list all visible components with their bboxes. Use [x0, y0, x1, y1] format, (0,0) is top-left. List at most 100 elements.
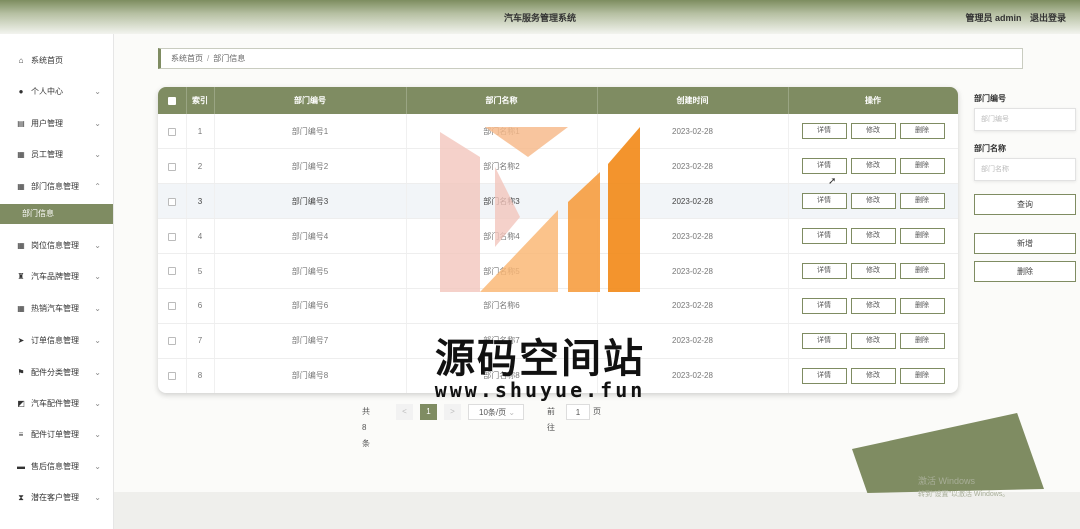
name-search-input[interactable]: 部门名称: [974, 158, 1076, 181]
mouse-cursor-icon: ➚: [828, 176, 837, 187]
chevron-down-icon: ⌄: [94, 304, 101, 313]
add-button[interactable]: 新增: [974, 233, 1076, 254]
chevron-down-icon: ⌄: [94, 241, 101, 250]
col-code: 部门编号: [214, 87, 407, 114]
cell-code: 部门编号6: [214, 288, 407, 324]
sidebar-item[interactable]: ▤ 用户管理 ⌄: [0, 114, 113, 134]
detail-button[interactable]: 详情: [801, 123, 847, 140]
detail-button[interactable]: 详情: [801, 228, 847, 245]
delete-button[interactable]: 删除: [899, 193, 945, 210]
cell-index: 3: [186, 183, 215, 220]
user-icon: ●: [18, 87, 24, 96]
sidebar-item-label: 部门信息: [22, 209, 54, 218]
next-page-button[interactable]: >: [444, 404, 461, 420]
sidebar-item[interactable]: ▦ 岗位信息管理 ⌄: [0, 236, 113, 256]
delete-button[interactable]: 删除: [899, 263, 945, 279]
select-all-checkbox[interactable]: [167, 96, 176, 105]
sidebar-item[interactable]: ▦ 部门信息管理 ⌃: [0, 177, 113, 197]
cell-actions: 详情 修改 删除: [788, 288, 958, 324]
prev-page-button[interactable]: <: [396, 404, 413, 420]
list-icon: ≡: [18, 430, 24, 439]
cell-index: 6: [186, 288, 215, 324]
trophy-icon: ♜: [17, 272, 25, 281]
breadcrumb: 系统首页 / 部门信息: [158, 48, 1023, 69]
cell-code: 部门编号3: [214, 183, 407, 220]
chevron-down-icon: ⌄: [94, 150, 101, 159]
row-checkbox[interactable]: [167, 162, 176, 171]
sidebar-item[interactable]: ⌂ 系统首页: [0, 51, 113, 71]
row-checkbox[interactable]: [167, 232, 176, 241]
edit-button[interactable]: 修改: [850, 193, 896, 210]
row-select-cell[interactable]: [158, 288, 187, 324]
row-select-cell[interactable]: [158, 148, 187, 185]
sidebar-item[interactable]: ≡ 配件订单管理 ⌄: [0, 425, 113, 445]
detail-button[interactable]: 详情: [801, 263, 847, 279]
detail-button[interactable]: 详情: [801, 297, 847, 314]
hourglass-icon: ⧗: [18, 493, 24, 502]
delete-button[interactable]: 删除: [899, 228, 945, 245]
row-select-cell[interactable]: [158, 218, 187, 255]
watermark-url-text: www.shuyue.fun: [434, 378, 646, 402]
edit-button[interactable]: 修改: [850, 297, 896, 314]
select-all-cell[interactable]: [158, 87, 187, 114]
sidebar-item-label: 员工管理: [31, 150, 63, 159]
chat-icon: ▬: [17, 462, 25, 471]
row-select-cell[interactable]: [158, 183, 187, 220]
batch-delete-button[interactable]: 删除: [974, 261, 1076, 282]
cell-name: 部门名称6: [406, 288, 598, 324]
sidebar-item[interactable]: ▬ 售后信息管理 ⌄: [0, 457, 113, 477]
cell-actions: 详情 修改 删除: [788, 183, 958, 220]
sidebar-item[interactable]: ▦ 热销汽车管理 ⌄: [0, 299, 113, 319]
goto-page-input[interactable]: 1: [566, 404, 590, 420]
table-row[interactable]: 6 部门编号6 部门名称6 2023-02-28 详情 修改 删除: [158, 288, 958, 324]
app-title: 汽车服务管理系统: [503, 13, 576, 23]
edit-button[interactable]: 修改: [850, 228, 896, 245]
code-search-input[interactable]: 部门编号: [974, 108, 1076, 131]
row-checkbox[interactable]: [167, 127, 176, 136]
sidebar-item[interactable]: ⧗ 潜在客户管理 ⌄: [0, 488, 113, 508]
col-actions: 操作: [788, 87, 958, 114]
sidebar-item-label: 个人中心: [31, 87, 63, 96]
query-button[interactable]: 查询: [974, 194, 1076, 215]
sidebar-item-label: 售后信息管理: [31, 462, 79, 471]
row-checkbox[interactable]: [167, 197, 176, 206]
sidebar-item-label: 用户管理: [31, 119, 63, 128]
sidebar-item-label: 配件订单管理: [31, 430, 79, 439]
cell-index: 2: [186, 148, 215, 185]
windows-activation-title: 激活 Windows: [918, 476, 976, 486]
cell-code: 部门编号5: [214, 253, 407, 289]
detail-button[interactable]: 详情: [801, 193, 847, 210]
delete-button[interactable]: 删除: [899, 158, 945, 175]
row-select-cell[interactable]: [158, 253, 187, 289]
logout-link[interactable]: 退出登录: [1030, 13, 1066, 23]
sidebar-item[interactable]: ● 个人中心 ⌄: [0, 82, 113, 102]
row-checkbox[interactable]: [167, 302, 176, 311]
delete-button[interactable]: 删除: [899, 297, 945, 314]
breadcrumb-home[interactable]: 系统首页: [171, 54, 203, 63]
edit-button[interactable]: 修改: [850, 123, 896, 140]
admin-label[interactable]: 管理员 admin: [965, 13, 1021, 23]
home-icon: ⌂: [18, 56, 24, 65]
edit-button[interactable]: 修改: [850, 158, 896, 175]
cell-actions: 详情 修改 删除: [788, 253, 958, 289]
user-area: 管理员 admin 退出登录: [959, 11, 1066, 24]
delete-button[interactable]: 删除: [899, 123, 945, 140]
row-select-cell[interactable]: [158, 114, 187, 150]
chevron-down-icon: ⌄: [94, 430, 101, 439]
cell-actions: 详情 修改 删除: [788, 218, 958, 255]
col-name: 部门名称: [406, 87, 598, 114]
sidebar-item[interactable]: ▦ 员工管理 ⌄: [0, 145, 113, 165]
windows-activation-hint: 转到"设置"以激活 Windows。: [918, 491, 1010, 498]
current-page[interactable]: 1: [420, 404, 437, 420]
sidebar-item[interactable]: ♜ 汽车品牌管理 ⌄: [0, 267, 113, 287]
total-count: 共 8 条: [362, 407, 370, 448]
chevron-down-icon: ⌄: [508, 408, 516, 417]
sidebar: ⌂ 系统首页 ● 个人中心 ⌄ ▤ 用户管理 ⌄ ▦ 员工管理 ⌄ ▦ 部门信息管理 ⌃ 部门信息 ▦ 岗位信息…: [0, 34, 114, 529]
chevron-down-icon: ⌄: [94, 272, 101, 281]
sidebar-item-label: 热销汽车管理: [31, 304, 79, 313]
edit-button[interactable]: 修改: [850, 263, 896, 279]
row-checkbox[interactable]: [167, 267, 176, 276]
sidebar-item[interactable]: 部门信息: [0, 204, 113, 224]
page-size-select[interactable]: 10条/页 ⌄: [468, 404, 524, 420]
detail-button[interactable]: 详情: [801, 158, 847, 175]
